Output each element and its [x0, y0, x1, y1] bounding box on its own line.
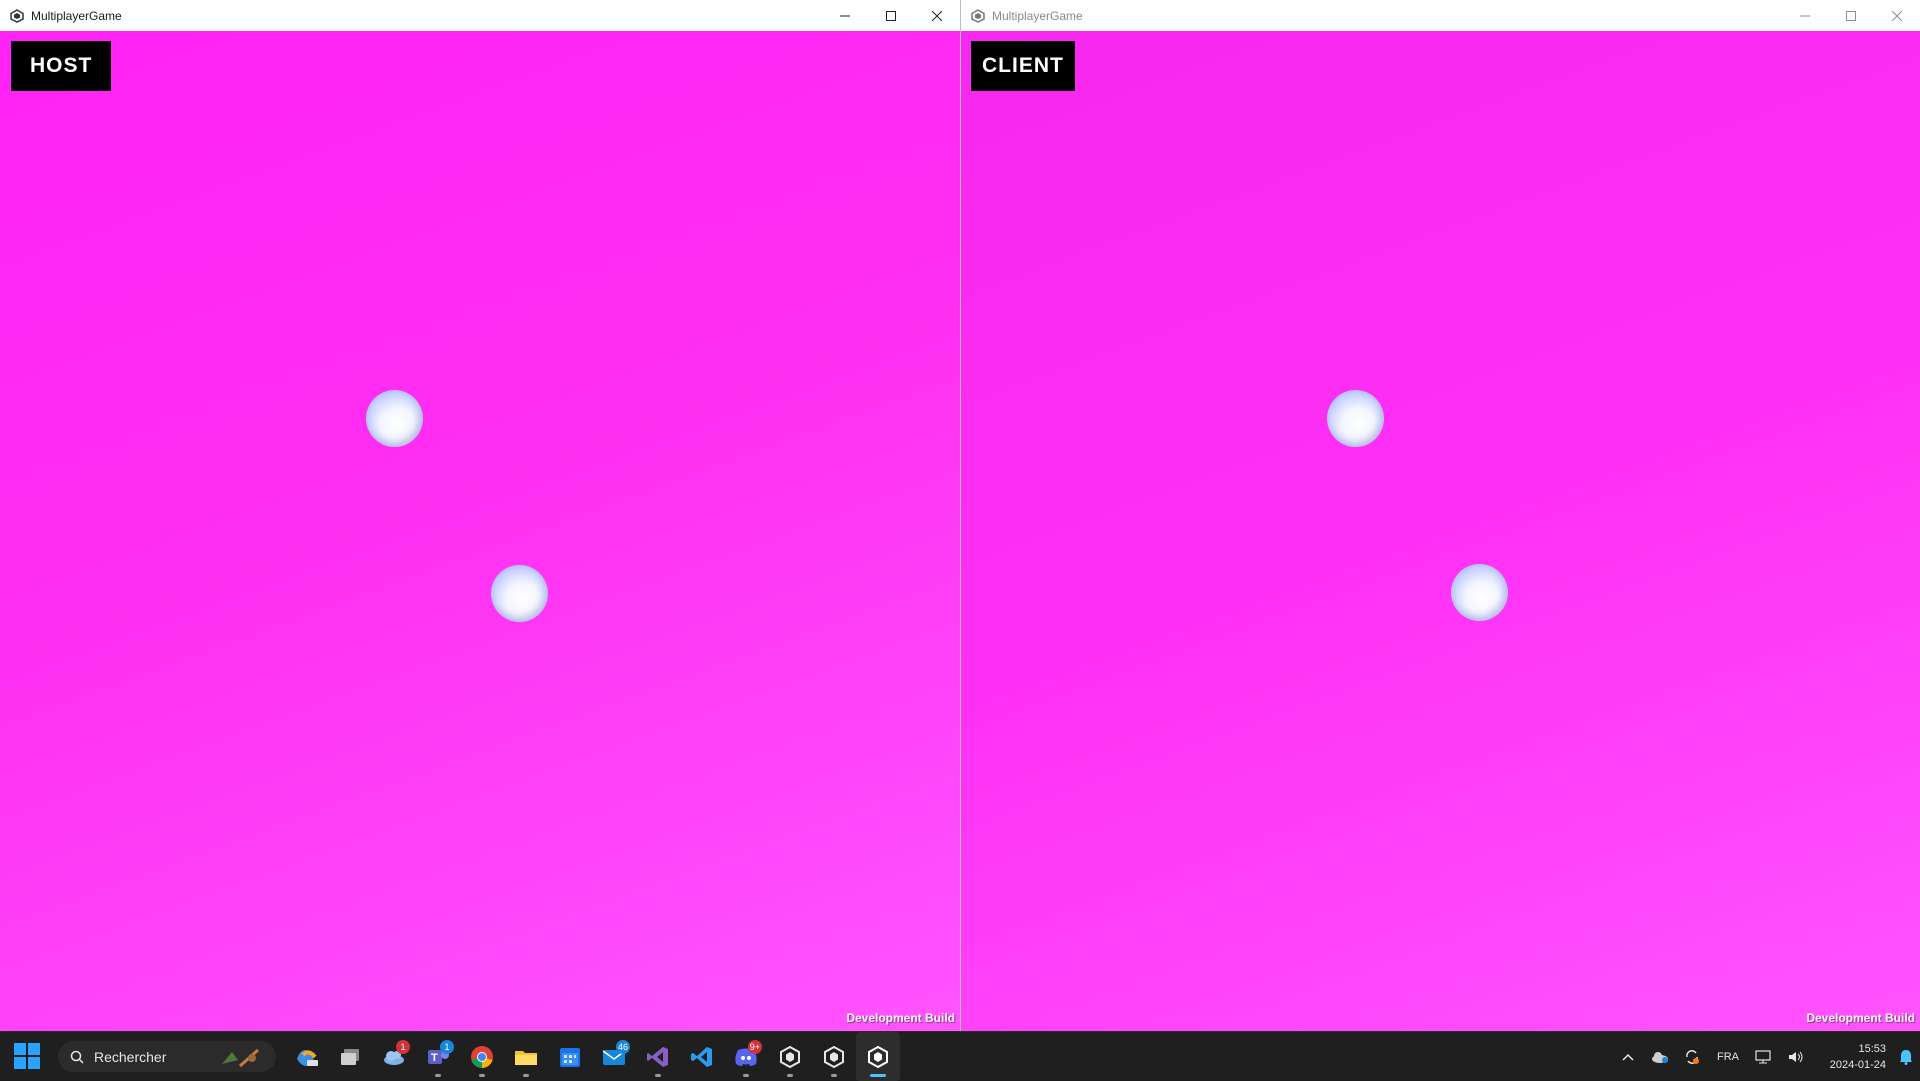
role-badge: HOST — [11, 41, 112, 91]
minimize-button[interactable] — [1782, 0, 1828, 31]
client-titlebar[interactable]: MultiplayerGame — [961, 0, 1920, 31]
network-icon[interactable] — [1748, 1032, 1780, 1081]
host-game-viewport[interactable]: HOST Development Build — [0, 31, 960, 1031]
player-ball-1 — [366, 390, 423, 447]
clock-time: 15:53 — [1858, 1042, 1886, 1055]
visual-studio-icon[interactable] — [636, 1032, 680, 1081]
client-game-viewport[interactable]: CLIENT Development Build — [961, 31, 1920, 1031]
host-titlebar[interactable]: MultiplayerGame — [0, 0, 960, 31]
unity-icon[interactable] — [812, 1032, 856, 1081]
taskbar-apps: 1 T 1 46 9+ — [284, 1032, 900, 1081]
discord-badge: 9+ — [747, 1040, 762, 1054]
unity-icon[interactable] — [768, 1032, 812, 1081]
chrome-icon[interactable] — [460, 1032, 504, 1081]
minimize-icon — [840, 15, 850, 16]
folder-icon[interactable] — [504, 1032, 548, 1081]
player-ball-1 — [1327, 390, 1384, 447]
window-title: MultiplayerGame — [992, 8, 1083, 23]
close-icon — [1892, 10, 1902, 21]
clock[interactable]: 15:53 2024-01-24 — [1812, 1041, 1892, 1073]
player-ball-2 — [1451, 564, 1508, 621]
search-icon — [70, 1050, 84, 1064]
start-button[interactable] — [14, 1043, 40, 1069]
cloud-sync-icon[interactable] — [1644, 1032, 1676, 1081]
onedrive-badge: 1 — [396, 1040, 410, 1054]
sync-icon[interactable] — [1676, 1032, 1708, 1081]
maximize-icon — [886, 10, 896, 21]
search-box[interactable]: Rechercher — [58, 1041, 276, 1072]
svg-text:T: T — [431, 1052, 438, 1064]
mail-badge: 46 — [615, 1040, 630, 1054]
maximize-icon — [1846, 10, 1856, 21]
maximize-button[interactable] — [868, 0, 914, 31]
volume-icon[interactable] — [1780, 1032, 1812, 1081]
discord-icon[interactable]: 9+ — [724, 1032, 768, 1081]
copilot-icon[interactable] — [284, 1032, 328, 1081]
maximize-button[interactable] — [1828, 0, 1874, 31]
language-indicator[interactable]: FRA — [1708, 1032, 1748, 1081]
clock-date: 2024-01-24 — [1829, 1058, 1886, 1071]
development-build-label: Development Build — [846, 1011, 955, 1025]
unity-icon[interactable] — [856, 1032, 900, 1081]
teams-icon[interactable]: T 1 — [416, 1032, 460, 1081]
teams-badge: 1 — [440, 1040, 454, 1054]
client-window: MultiplayerGame CLIENT Development Build — [960, 0, 1920, 1031]
close-button[interactable] — [1874, 0, 1920, 31]
cloud-icon[interactable]: 1 — [372, 1032, 416, 1081]
system-tray: FRA 15:53 2024-01-24 — [1612, 1032, 1920, 1081]
close-button[interactable] — [914, 0, 960, 31]
calendar-icon[interactable] — [548, 1032, 592, 1081]
minimize-button[interactable] — [822, 0, 868, 31]
development-build-label: Development Build — [1806, 1011, 1915, 1025]
role-badge: CLIENT — [971, 41, 1075, 91]
mail-icon[interactable]: 46 — [592, 1032, 636, 1081]
close-icon — [932, 10, 942, 21]
vscode-icon[interactable] — [680, 1032, 724, 1081]
player-ball-2 — [491, 565, 548, 622]
notification-bell-icon[interactable] — [1892, 1032, 1920, 1081]
unity-app-icon — [9, 8, 25, 24]
host-window: MultiplayerGame HOST Development Build — [0, 0, 960, 1031]
search-highlight-icon — [222, 1048, 259, 1068]
search-placeholder: Rechercher — [94, 1048, 167, 1065]
window-title: MultiplayerGame — [31, 8, 122, 23]
unity-app-icon — [970, 8, 986, 24]
taskbar: Rechercher 1 T 1 46 9+ FRA 15:53 2024-01… — [0, 1031, 1920, 1081]
minimize-icon — [1800, 15, 1810, 16]
task-view-icon[interactable] — [328, 1032, 372, 1081]
chevron-up-icon[interactable] — [1612, 1032, 1644, 1081]
